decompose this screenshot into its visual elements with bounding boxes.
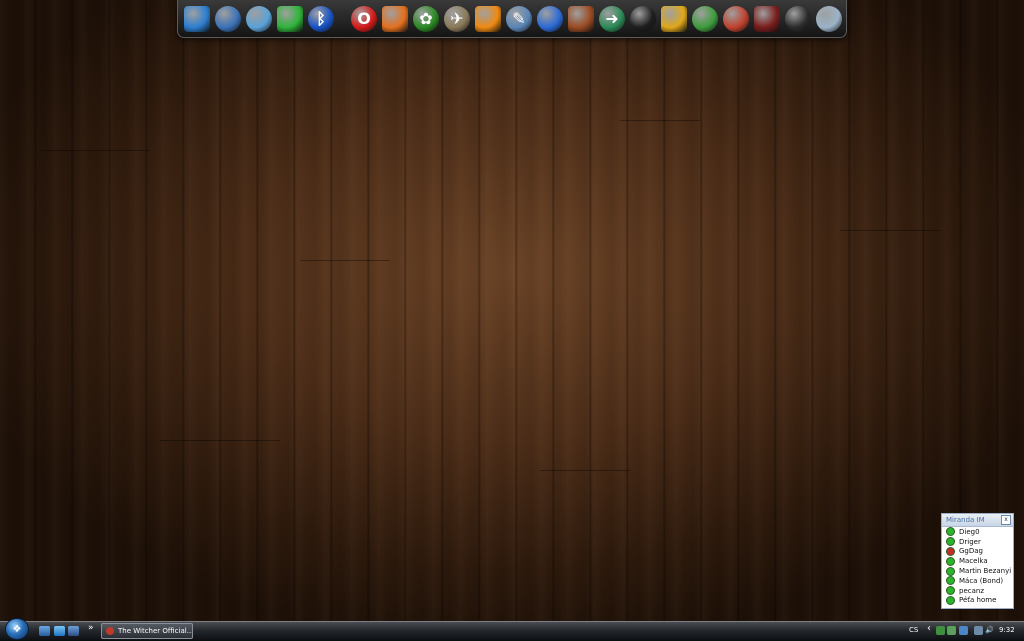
miranda-tray-icon[interactable]	[947, 626, 956, 635]
status-icon	[946, 546, 955, 556]
status-icon	[946, 595, 955, 605]
security-tray-icon[interactable]	[959, 626, 968, 635]
floor-seam	[300, 260, 390, 261]
taskbar-window-label: The Witcher Official...	[118, 627, 193, 635]
volume-tray-icon[interactable]: 🔊	[985, 626, 994, 634]
monitor-tray-icon[interactable]	[974, 626, 983, 635]
icq-flower-icon[interactable]: ✿	[413, 5, 439, 32]
water-drop-icon[interactable]	[537, 5, 563, 32]
tray-expand-button[interactable]: ‹	[927, 623, 931, 634]
firefox-browser-icon[interactable]	[382, 5, 408, 32]
contact-item[interactable]: pecanz	[942, 586, 1013, 596]
globe-network-icon[interactable]	[692, 5, 718, 32]
contact-name: Máca (Bond)	[959, 576, 1004, 585]
status-icon	[946, 566, 955, 576]
contact-name: Macelka	[959, 557, 988, 566]
witcher-wolf-icon[interactable]	[785, 5, 811, 32]
clock[interactable]: 9:32	[999, 626, 1015, 634]
contact-item[interactable]: Macelka	[942, 556, 1013, 566]
contact-name: GgDag	[959, 547, 983, 556]
miranda-im-window: Miranda IM x Dieg0 Driger GgDag Macelka Mart…	[941, 513, 1014, 609]
show-desktop-icon[interactable]	[39, 626, 50, 636]
windows-logo-icon: ❖	[12, 623, 22, 635]
status-icon	[946, 576, 955, 586]
recycle-bin-icon[interactable]	[816, 5, 842, 32]
language-indicator[interactable]: CS	[909, 626, 918, 634]
contact-item[interactable]: Driger	[942, 537, 1013, 547]
contact-name: Martin Bezanyi	[959, 567, 1012, 576]
contact-item[interactable]: Péťa home	[942, 595, 1013, 606]
contact-item[interactable]: Martin Bezanyi	[942, 566, 1013, 576]
floor-seam	[840, 230, 940, 231]
floor-seam	[40, 150, 150, 151]
pen-editor-icon[interactable]: ✎	[506, 5, 532, 32]
network-tray-icon[interactable]	[936, 626, 945, 635]
contact-name: Driger	[959, 537, 981, 546]
status-icon	[946, 527, 955, 537]
floppy-save-icon[interactable]	[215, 5, 241, 32]
contact-list: Dieg0 Driger GgDag Macelka Martin Bezanyi Mác…	[942, 527, 1013, 605]
start-orb-button[interactable]: ❖	[5, 618, 29, 640]
computer-monitor-icon[interactable]	[184, 5, 210, 32]
contact-name: Dieg0	[959, 527, 980, 536]
character-portrait-icon[interactable]	[754, 5, 780, 32]
close-button[interactable]: x	[1001, 515, 1011, 525]
status-icon	[946, 537, 955, 547]
contact-item[interactable]: Máca (Bond)	[942, 576, 1013, 586]
contact-item[interactable]: GgDag	[942, 546, 1013, 557]
black-monitor-icon[interactable]	[630, 5, 656, 32]
fire-disc-icon[interactable]	[568, 5, 594, 32]
contact-item[interactable]: Dieg0	[942, 527, 1013, 537]
bluetooth-icon[interactable]: ᛒ	[308, 5, 334, 32]
miranda-title-bar[interactable]: Miranda IM x	[942, 514, 1013, 527]
switch-windows-icon[interactable]	[68, 626, 79, 636]
contact-name: pecanz	[959, 586, 984, 595]
taskbar-window-button[interactable]: The Witcher Official...	[101, 623, 193, 639]
opera-browser-icon[interactable]: O	[351, 5, 377, 32]
hexagon-honeycomb-icon[interactable]	[661, 5, 687, 32]
application-dock: ᛒ O ✿ ✈ ✎ ➜	[177, 0, 847, 38]
green-orb-icon[interactable]	[277, 5, 303, 32]
document-arrow-icon[interactable]: ➜	[599, 5, 625, 32]
status-icon	[946, 586, 955, 596]
orange-sun-icon[interactable]	[475, 5, 501, 32]
contact-name: Péťa home	[959, 596, 997, 605]
network-devices-icon[interactable]	[246, 5, 272, 32]
floor-seam	[540, 470, 630, 471]
internet-explorer-icon[interactable]	[54, 626, 65, 636]
miranda-title: Miranda IM	[946, 516, 985, 524]
quick-launch-more-button[interactable]: »	[88, 623, 94, 633]
satellite-tools-icon[interactable]: ✈	[444, 5, 470, 32]
floor-seam	[160, 440, 280, 441]
opera-window-icon	[106, 627, 114, 635]
floor-seam	[620, 120, 700, 121]
pencil-eraser-icon[interactable]	[723, 5, 749, 32]
status-icon	[946, 556, 955, 566]
